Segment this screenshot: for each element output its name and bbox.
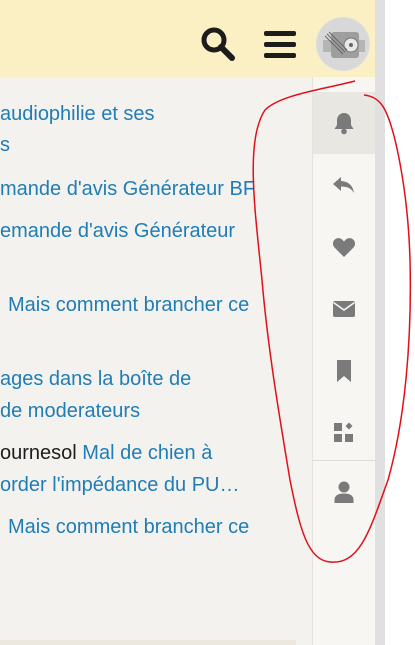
- reply-icon: [333, 177, 354, 193]
- sidebar-item-widgets[interactable]: [313, 402, 375, 464]
- sidebar-item-bookmarks[interactable]: [313, 340, 375, 402]
- thread-title[interactable]: ages dans la boîte de: [0, 368, 191, 390]
- search-icon: [201, 27, 235, 61]
- bookmark-icon: [337, 360, 351, 382]
- viewport-edge: [375, 0, 385, 645]
- hamburger-menu-icon: [264, 31, 296, 58]
- thread-link[interactable]: ournesol Mal de chien à: [0, 440, 212, 466]
- thread-link[interactable]: audiophilie et ses: [0, 101, 155, 127]
- top-header: [0, 0, 375, 77]
- sidebar-item-messages[interactable]: [313, 278, 375, 340]
- thread-link[interactable]: de moderateurs: [0, 398, 140, 424]
- thread-title[interactable]: mande d'avis Générateur BF: [0, 178, 255, 200]
- thread-link[interactable]: s: [0, 132, 10, 158]
- thread-link[interactable]: mande d'avis Générateur BF: [0, 176, 255, 202]
- menu-button[interactable]: [260, 24, 300, 64]
- thread-link[interactable]: order l'impédance du PU…: [0, 472, 240, 498]
- thread-title[interactable]: de moderateurs: [0, 400, 140, 422]
- thread-title[interactable]: emande d'avis Générateur: [0, 220, 235, 242]
- avatar-image: [317, 18, 369, 70]
- sidebar-item-profile[interactable]: [313, 461, 375, 523]
- thread-link[interactable]: ages dans la boîte de: [0, 366, 191, 392]
- thread-list: audiophilie et ses s mande d'avis Généra…: [0, 77, 296, 645]
- thread-user[interactable]: ournesol: [0, 442, 77, 464]
- thread-title[interactable]: s: [0, 134, 10, 156]
- content-bottom-strip: [0, 640, 296, 645]
- widgets-icon: [334, 422, 353, 442]
- thread-title[interactable]: Mais comment brancher ce: [8, 516, 249, 538]
- thread-link[interactable]: emande d'avis Générateur: [0, 218, 235, 244]
- bell-icon: [334, 113, 354, 135]
- sidebar-item-alerts[interactable]: [313, 92, 375, 154]
- thread-title[interactable]: order l'impédance du PU…: [0, 474, 240, 496]
- envelope-icon: [333, 301, 355, 317]
- thread-title[interactable]: Mal de chien à: [82, 442, 212, 464]
- panel-gap: [296, 77, 312, 645]
- thread-title[interactable]: audiophilie et ses: [0, 103, 155, 125]
- sidebar-item-likes[interactable]: [313, 216, 375, 278]
- account-sidebar: [312, 77, 375, 645]
- search-button[interactable]: [196, 24, 240, 64]
- thread-link[interactable]: Mais comment brancher ce: [8, 514, 249, 540]
- sidebar-item-replies[interactable]: [313, 154, 375, 216]
- thread-title[interactable]: Mais comment brancher ce: [8, 294, 249, 316]
- user-avatar[interactable]: [316, 17, 370, 71]
- heart-icon: [332, 238, 356, 257]
- thread-link[interactable]: Mais comment brancher ce: [8, 292, 249, 318]
- user-icon: [334, 481, 354, 503]
